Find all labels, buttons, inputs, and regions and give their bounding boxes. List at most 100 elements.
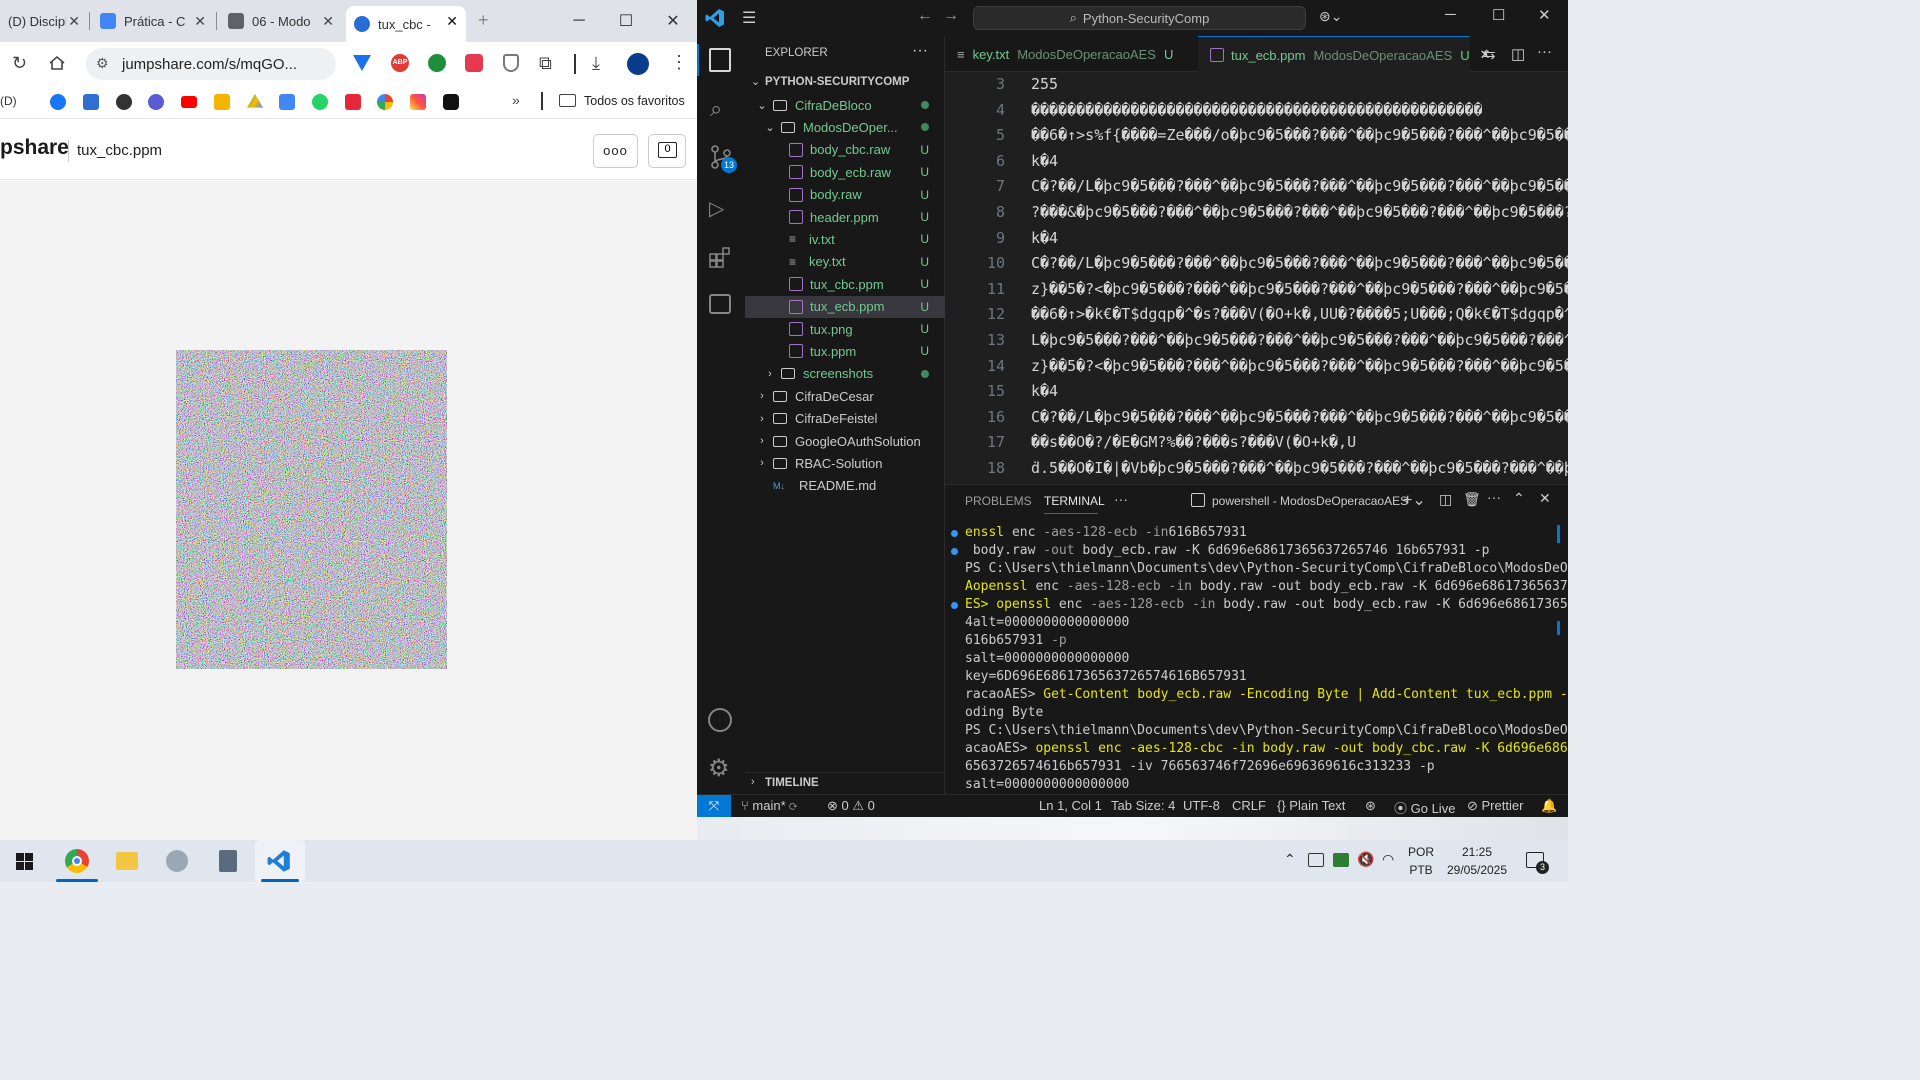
instagram-icon[interactable] <box>410 94 426 110</box>
code-line[interactable]: k�4 <box>1031 229 1058 247</box>
extension-green-icon[interactable] <box>428 54 446 72</box>
code-line[interactable]: ��6�↑>s%f{����=Ze���/o�þc9�5���?���^��þc… <box>1031 126 1568 144</box>
forward-arrow-icon[interactable]: → <box>943 7 959 25</box>
tab-key-txt[interactable]: ≡ key.txt ModosDeOperacaoAES U <box>945 36 1197 72</box>
extensions-icon[interactable] <box>709 246 731 268</box>
language-indicator[interactable]: POR <box>1408 845 1434 859</box>
tree-item[interactable]: ≡ iv.txt U <box>745 228 945 250</box>
problems-indicator[interactable]: ⊗ 0 ⚠ 0 <box>827 798 875 814</box>
tree-item[interactable]: ≡ key.txt U <box>745 251 945 273</box>
close-panel-icon[interactable]: ✕ <box>1539 490 1551 507</box>
terminal-label[interactable]: powershell - ModosDeOperacaoAES <box>1212 494 1408 508</box>
tree-item[interactable]: tux.png U <box>745 318 945 340</box>
tab-size[interactable]: Tab Size: 4 <box>1111 798 1175 813</box>
tab-discipl[interactable]: (D) Discipl ✕ <box>0 6 88 36</box>
site-settings-icon[interactable]: ⚙ <box>96 55 109 72</box>
line-ending[interactable]: CRLF <box>1232 798 1266 813</box>
close-icon[interactable]: ✕ <box>68 13 80 30</box>
copilot-status-icon[interactable]: ⊛ <box>1365 798 1376 814</box>
new-tab-button[interactable]: + <box>478 10 489 31</box>
calculator-icon[interactable] <box>219 850 237 872</box>
clock-date[interactable]: 29/05/2025 <box>1442 863 1512 877</box>
calendar-icon[interactable] <box>279 94 295 110</box>
tab-tux-ecb[interactable]: tux_ecb.ppm ModosDeOperacaoAES U ✕ <box>1198 36 1490 73</box>
encoding[interactable]: UTF-8 <box>1183 798 1220 813</box>
close-window-button[interactable]: ✕ <box>1538 6 1551 24</box>
code-line[interactable]: 255 <box>1031 75 1058 93</box>
wifi-icon[interactable]: ◠ <box>1382 851 1394 868</box>
code-line[interactable]: k�4 <box>1031 382 1058 400</box>
code-line[interactable]: C�?��/L�þc9�5���?���^��þc9�5���?���^��þc… <box>1031 254 1568 272</box>
bookmark-d[interactable]: (D) <box>0 94 17 108</box>
download-icon[interactable]: ⤓ <box>592 53 600 74</box>
code-line[interactable]: k�4 <box>1031 152 1058 170</box>
chevron-down-icon[interactable]: ⌄ <box>751 75 760 88</box>
tree-item[interactable]: tux_ecb.ppm U <box>745 295 945 318</box>
address-bar[interactable]: ⚙ jumpshare.com/s/mqGO... <box>86 48 336 80</box>
start-menu-icon[interactable] <box>16 853 33 870</box>
accounts-icon[interactable] <box>708 708 732 732</box>
maximize-panel-icon[interactable]: ⌃ <box>1513 490 1525 507</box>
tree-item[interactable]: › CifraDeFeistel <box>745 408 945 430</box>
comments-button[interactable]: 0 <box>648 134 686 168</box>
copilot-icon[interactable]: ⊛⌄ <box>1319 8 1342 25</box>
bookmark-app-icon[interactable] <box>148 94 164 110</box>
tray-app-icon[interactable] <box>1333 853 1349 867</box>
maximize-button[interactable]: ☐ <box>1492 6 1505 24</box>
tray-monitor-icon[interactable] <box>1308 853 1324 867</box>
code-line[interactable]: ḋ.5��O�I�|�Vb�þc9�5���?���^��þc9�5���?��… <box>1031 459 1568 477</box>
extension-shield-icon[interactable] <box>353 55 371 71</box>
speaker-muted-icon[interactable]: 🔇 <box>1357 851 1374 868</box>
code-line[interactable]: z}��5�?<�þc9�5���?���^��þc9�5���?���^��þ… <box>1031 280 1568 298</box>
new-terminal-icon[interactable]: +⌄ <box>1403 490 1426 510</box>
terminal-output[interactable]: enssl enc -aes-128-ecb -in616B657931 bod… <box>945 525 1568 795</box>
language-mode[interactable]: {} Plain Text <box>1277 798 1345 813</box>
avatar[interactable] <box>627 53 649 75</box>
tree-item[interactable]: › GoogleOAuthSolution <box>745 430 945 452</box>
site-logo[interactable]: pshare <box>0 136 69 160</box>
timeline-section[interactable]: › TIMELINE <box>745 772 945 794</box>
more-bookmarks-icon[interactable]: » <box>512 92 520 108</box>
youtube-icon[interactable] <box>181 96 197 108</box>
command-decoration-icon[interactable] <box>951 530 958 537</box>
tree-item[interactable]: › RBAC-Solution <box>745 452 945 474</box>
tree-item[interactable]: ⌄ ModosDeOper... <box>745 116 945 138</box>
search-icon[interactable]: ⌕ <box>710 96 722 122</box>
go-live-button[interactable]: ⦿ Go Live <box>1394 798 1455 817</box>
close-icon[interactable]: ✕ <box>322 13 334 30</box>
code-line[interactable]: C�?��/L�þc9�5���?���^��þc9�5���?���^��þc… <box>1031 408 1568 426</box>
code-line[interactable]: z}��5�?<�þc9�5���?���^��þc9�5���?���^��þ… <box>1031 357 1568 375</box>
extension-pink-icon[interactable] <box>465 54 483 72</box>
command-center-search[interactable]: ⌕ Python-SecurityComp <box>973 6 1306 30</box>
code-line[interactable]: ?���&�þc9�5���?���^��þc9�5���?���^��þc9�… <box>1031 203 1568 221</box>
tab-pratica[interactable]: Prática - C ✕ <box>92 6 214 36</box>
tree-item[interactable]: header.ppm U <box>745 206 945 228</box>
tree-item[interactable]: body_ecb.raw U <box>745 161 945 183</box>
prettier-status[interactable]: ⊘ Prettier <box>1467 798 1523 814</box>
code-line[interactable]: L�þc9�5���?���^��þc9�5���?���^��þc9�5���… <box>1031 331 1568 349</box>
trash-icon[interactable]: 🗑 <box>1463 491 1481 508</box>
menu-hamburger-icon[interactable]: ☰ <box>742 8 756 28</box>
chatgpt-icon[interactable] <box>116 94 132 110</box>
panel-more-icon[interactable]: ··· <box>1114 491 1128 507</box>
close-window-button[interactable]: ✕ <box>650 0 696 42</box>
workspace-root[interactable]: PYTHON-SECURITYCOMP <box>765 76 909 88</box>
clock-time[interactable]: 21:25 <box>1442 845 1512 859</box>
more-options-button[interactable]: ooo <box>593 134 638 168</box>
tree-item[interactable]: tux.ppm U <box>745 340 945 362</box>
minimize-button[interactable]: ─ <box>556 0 602 42</box>
chrome-taskbar-icon[interactable] <box>65 849 89 873</box>
tree-item[interactable]: › CifraDeCesar <box>745 385 945 407</box>
home-icon[interactable] <box>48 54 66 72</box>
remote-explorer-icon[interactable] <box>709 294 731 314</box>
command-decoration-icon[interactable] <box>951 602 958 609</box>
tree-item[interactable]: › screenshots <box>745 363 945 385</box>
code-editor[interactable]: 3 255 4 �����������������������������������… <box>945 72 1568 484</box>
sy-icon[interactable] <box>345 94 361 110</box>
tab-terminal[interactable]: TERMINAL <box>1044 494 1105 508</box>
app-taskbar-icon[interactable] <box>166 850 188 872</box>
tree-item[interactable]: body.raw U <box>745 184 945 206</box>
tab-modos[interactable]: 06 - Modo ✕ <box>220 6 342 36</box>
sync-icon[interactable]: ⟳ <box>789 798 797 813</box>
notifications-bell-icon[interactable]: 🔔 <box>1541 798 1557 814</box>
